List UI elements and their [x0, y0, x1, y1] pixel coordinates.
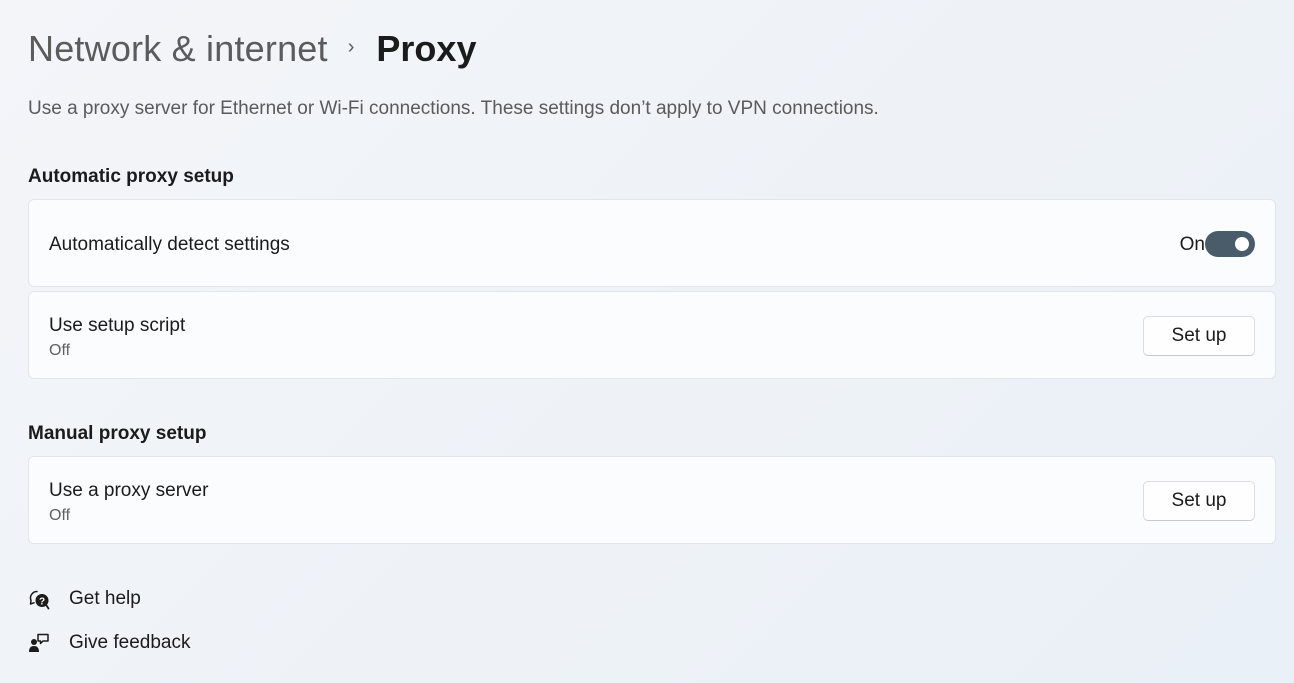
help-chat-icon: ?	[28, 588, 50, 610]
toggle-knob	[1235, 237, 1249, 251]
proxy-server-title: Use a proxy server	[49, 480, 209, 501]
svg-text:?: ?	[39, 596, 45, 607]
breadcrumb: Network & internet › Proxy	[28, 26, 476, 72]
setup-script-status: Off	[49, 342, 71, 359]
auto-detect-card: Automatically detect settings On	[28, 199, 1276, 287]
auto-detect-state-label: On	[1179, 234, 1205, 255]
give-feedback-label: Give feedback	[69, 632, 191, 653]
proxy-server-setup-button[interactable]: Set up	[1143, 481, 1255, 521]
get-help-label: Get help	[69, 588, 141, 609]
breadcrumb-chevron-icon: ›	[347, 35, 355, 58]
auto-detect-title: Automatically detect settings	[49, 234, 290, 255]
proxy-server-card: Use a proxy server Off Set up	[28, 456, 1276, 544]
get-help-link[interactable]: ? Get help	[28, 588, 141, 610]
auto-detect-toggle[interactable]	[1205, 231, 1255, 257]
proxy-server-status: Off	[49, 507, 71, 524]
give-feedback-link[interactable]: Give feedback	[28, 632, 190, 654]
setup-script-card: Use setup script Off Set up	[28, 291, 1276, 379]
page-title: Proxy	[376, 28, 477, 69]
page-description: Use a proxy server for Ethernet or Wi-Fi…	[28, 98, 879, 119]
setup-script-button[interactable]: Set up	[1143, 316, 1255, 356]
breadcrumb-parent-link[interactable]: Network & internet	[28, 28, 328, 70]
section-heading-automatic: Automatic proxy setup	[28, 166, 234, 187]
setup-script-title: Use setup script	[49, 315, 186, 336]
section-heading-manual: Manual proxy setup	[28, 423, 207, 444]
feedback-icon	[28, 632, 50, 654]
